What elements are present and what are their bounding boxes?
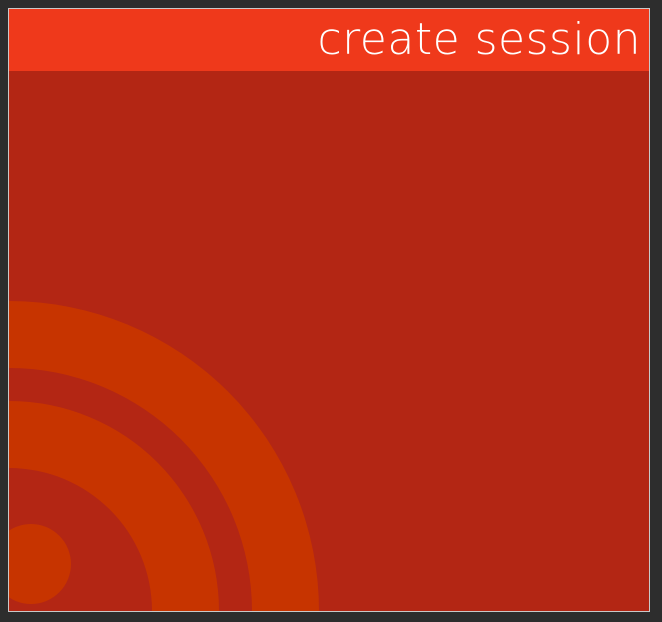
broadcast-dot: [9, 524, 71, 604]
broadcast-icon: [9, 301, 319, 611]
tile-title: create session: [317, 14, 641, 65]
create-session-tile[interactable]: create session: [8, 8, 650, 612]
tile-header: create session: [9, 9, 649, 71]
